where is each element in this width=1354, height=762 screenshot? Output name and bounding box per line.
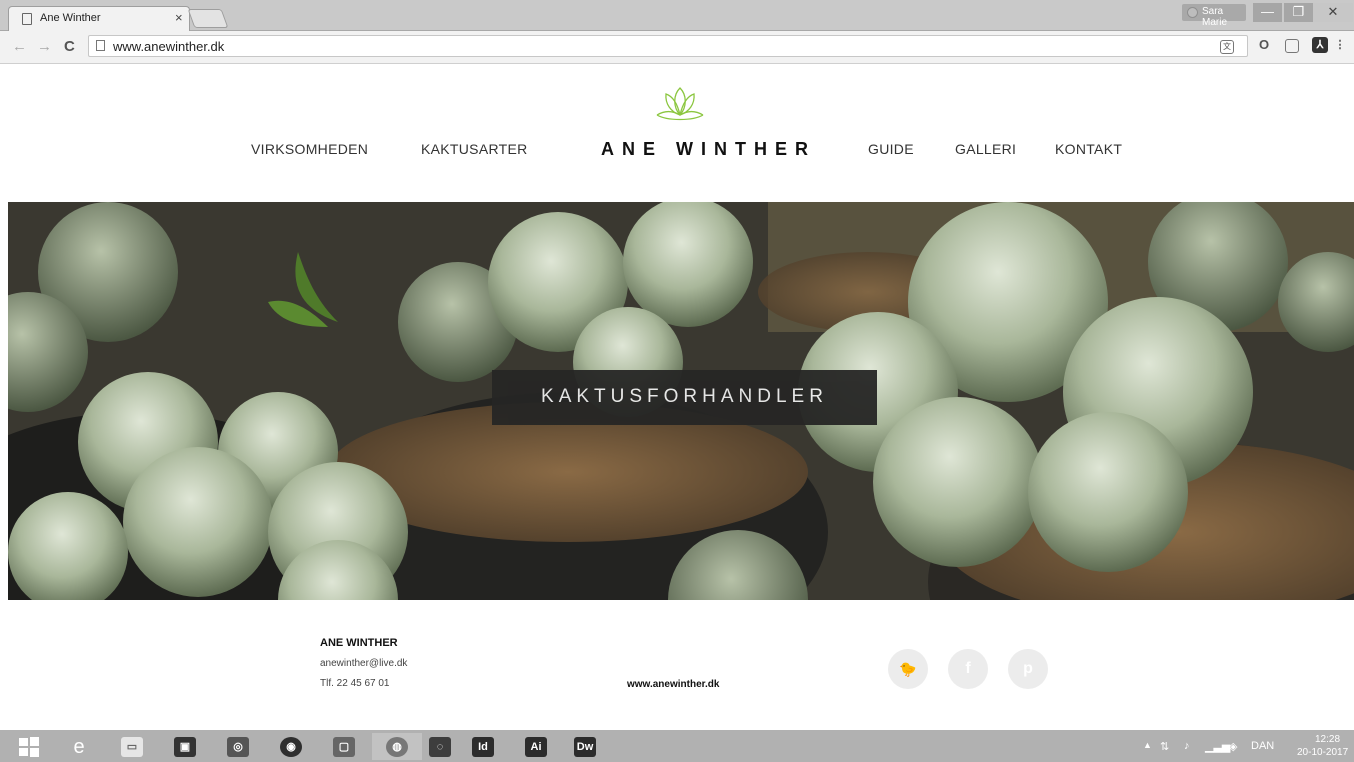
profile-name: Sara Marie bbox=[1202, 6, 1228, 28]
nav-galleri[interactable]: GALLERI bbox=[955, 141, 1016, 157]
footer-email[interactable]: anewinther@live.dk bbox=[320, 658, 407, 669]
twitter-icon[interactable]: 🐤 bbox=[888, 649, 928, 689]
network-icon[interactable]: ⇅ bbox=[1160, 740, 1169, 753]
pocket-icon[interactable] bbox=[1285, 39, 1299, 53]
start-button[interactable] bbox=[4, 733, 54, 760]
taskbar-photos[interactable]: ▢ bbox=[319, 733, 369, 760]
browser-tab[interactable]: Ane Winther × bbox=[8, 6, 190, 31]
edge-icon: e bbox=[73, 735, 85, 758]
clock-time[interactable]: 12:28 bbox=[1315, 734, 1340, 745]
language-indicator[interactable]: DAN bbox=[1251, 740, 1274, 752]
new-tab-button[interactable] bbox=[187, 9, 229, 28]
photos-icon: ▢ bbox=[333, 736, 355, 757]
signal-icon[interactable]: ▁▃▅ bbox=[1205, 740, 1230, 753]
page-icon bbox=[22, 13, 32, 25]
opera-icon[interactable]: O bbox=[1256, 37, 1272, 53]
menu-icon[interactable]: ⋮ bbox=[1332, 37, 1348, 53]
taskbar-dreamweaver[interactable]: Dw bbox=[560, 733, 610, 760]
close-window-button[interactable]: ✕ bbox=[1313, 3, 1353, 22]
footer-phone: Tlf. 22 45 67 01 bbox=[320, 678, 390, 689]
shield-icon[interactable]: ◈ bbox=[1229, 740, 1237, 753]
browser-toolbar: ← → C www.anewinther.dk 文 O ⅄ ⋮ bbox=[0, 31, 1354, 64]
taskbar-illustrator[interactable]: Ai bbox=[511, 733, 561, 760]
illustrator-icon: Ai bbox=[525, 736, 547, 757]
address-bar[interactable]: www.anewinther.dk bbox=[88, 35, 1248, 57]
site-header: VIRKSOMHEDEN KAKTUSARTER ANE WINTHER GUI… bbox=[0, 64, 1354, 202]
indesign-icon: Id bbox=[472, 736, 494, 757]
windows-logo-icon bbox=[19, 736, 39, 757]
footer-website[interactable]: www.anewinther.dk bbox=[627, 679, 719, 690]
profile-button[interactable]: Sara Marie bbox=[1182, 4, 1246, 28]
tray-expand-icon[interactable]: ▲ bbox=[1143, 740, 1152, 750]
taskbar-media-player[interactable]: ◉ bbox=[266, 733, 316, 760]
site-footer: ANE WINTHER anewinther@live.dk Tlf. 22 4… bbox=[0, 600, 1354, 730]
taskbar-indesign[interactable]: Id bbox=[458, 733, 508, 760]
minimize-button[interactable]: — bbox=[1253, 3, 1282, 22]
page-info-icon[interactable] bbox=[96, 40, 105, 51]
tab-strip: Ane Winther × Sara Marie — ❐ ✕ bbox=[0, 0, 1354, 31]
tab-close-icon[interactable]: × bbox=[175, 10, 183, 25]
site-logo-text[interactable]: ANE WINTHER bbox=[601, 139, 816, 160]
hero-title-box: KAKTUSFORHANDLER bbox=[492, 370, 877, 425]
disk-icon: ◎ bbox=[227, 736, 249, 757]
hero-title: KAKTUSFORHANDLER bbox=[541, 386, 828, 407]
taskbar-disk[interactable]: ◎ bbox=[213, 733, 263, 760]
lotus-logo-icon bbox=[656, 87, 704, 121]
back-button[interactable]: ← bbox=[12, 38, 27, 55]
nav-guide[interactable]: GUIDE bbox=[868, 141, 914, 157]
dreamweaver-icon: Dw bbox=[574, 736, 596, 757]
hero-banner: KAKTUSFORHANDLER bbox=[8, 202, 1354, 600]
nav-virksomheden[interactable]: VIRKSOMHEDEN bbox=[251, 141, 368, 157]
clock-date[interactable]: 20-10-2017 bbox=[1297, 747, 1348, 758]
store-icon: ▣ bbox=[174, 736, 196, 757]
reload-button[interactable]: C bbox=[64, 38, 75, 55]
taskbar-edge[interactable]: e bbox=[54, 733, 104, 760]
forward-button[interactable]: → bbox=[37, 38, 52, 55]
nav-kaktusarter[interactable]: KAKTUSARTER bbox=[421, 141, 528, 157]
tab-title: Ane Winther bbox=[40, 12, 101, 24]
url-text: www.anewinther.dk bbox=[113, 39, 225, 54]
taskbar-file-explorer[interactable]: ▭ bbox=[107, 733, 157, 760]
footer-company-name: ANE WINTHER bbox=[320, 637, 398, 649]
pdf-icon[interactable]: ⅄ bbox=[1312, 37, 1328, 53]
creative-cloud-icon: ◌ bbox=[429, 736, 451, 757]
taskbar-store[interactable]: ▣ bbox=[160, 733, 210, 760]
nav-kontakt[interactable]: KONTAKT bbox=[1055, 141, 1122, 157]
facebook-icon[interactable]: f bbox=[948, 649, 988, 689]
volume-icon[interactable]: ♪ bbox=[1184, 740, 1190, 752]
pinterest-icon[interactable]: p bbox=[1008, 649, 1048, 689]
media-icon: ◉ bbox=[280, 736, 302, 757]
chrome-icon: ◍ bbox=[386, 736, 408, 757]
browser-chrome: Ane Winther × Sara Marie — ❐ ✕ ← → C www… bbox=[0, 0, 1354, 64]
maximize-button[interactable]: ❐ bbox=[1284, 3, 1313, 22]
translate-icon[interactable]: 文 bbox=[1220, 40, 1234, 54]
folder-icon: ▭ bbox=[121, 736, 143, 757]
windows-taskbar: e ▭ ▣ ◎ ◉ ▢ ◍ ◌ Id Ai Dw ▲ ⇅ ♪ ▁▃▅ ◈ DAN… bbox=[0, 730, 1354, 762]
profile-icon bbox=[1187, 7, 1198, 18]
